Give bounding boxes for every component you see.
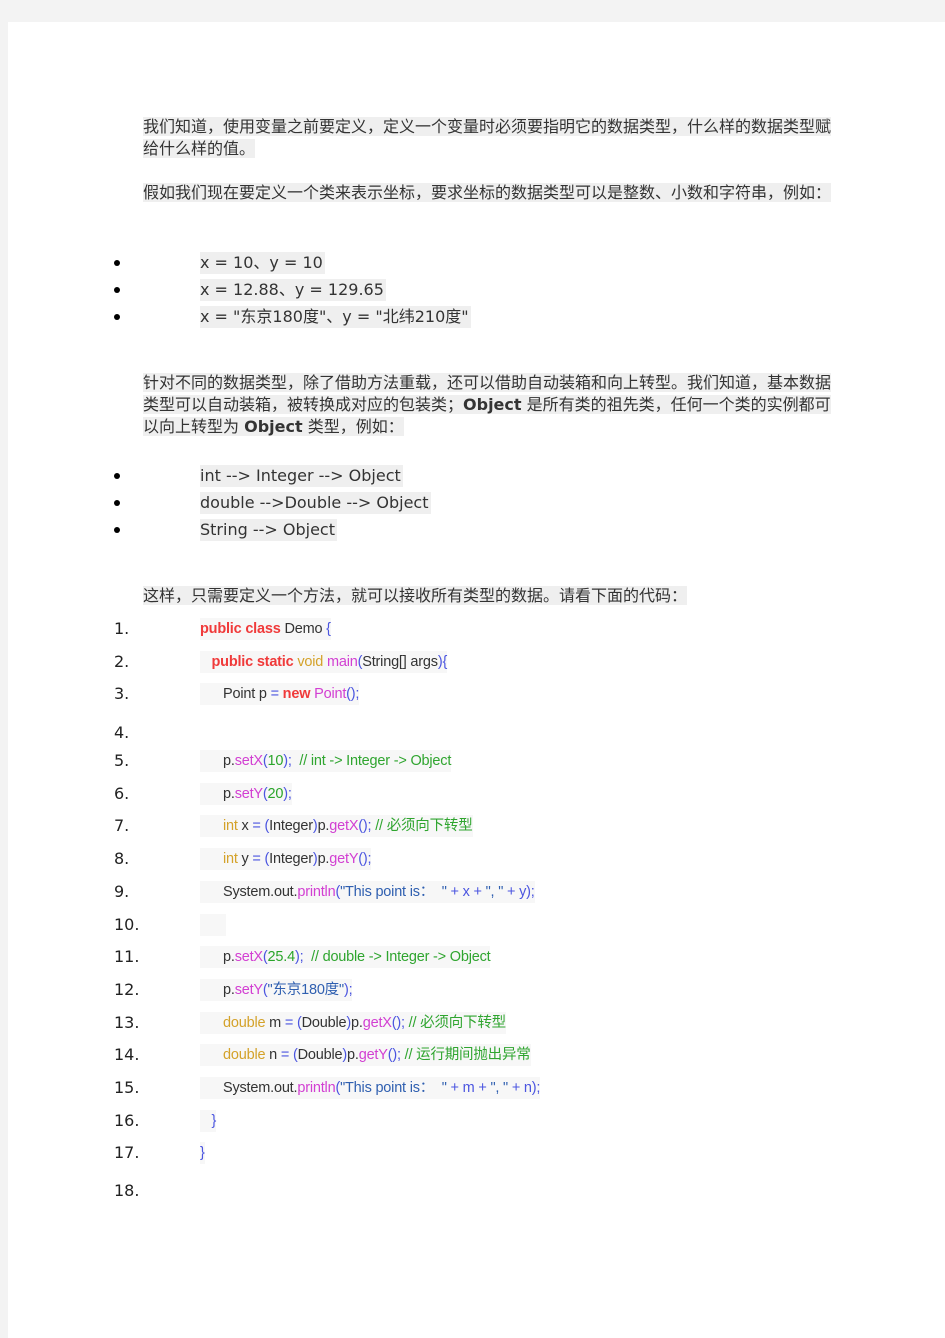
bullet-icon — [114, 473, 120, 479]
bullet-icon — [114, 287, 120, 293]
bullet-icon — [114, 500, 120, 506]
intro-text: 我们知道，使用变量之前要定义，定义一个变量时必须要指明它的数据类型，什么样的数据… — [143, 117, 832, 158]
bullet-icon — [114, 260, 120, 266]
code-intro-paragraph: 这样，只需要定义一个方法，就可以接收所有类型的数据。请看下面的代码： — [143, 585, 833, 607]
bullet-icon — [114, 314, 120, 320]
coordinate-paragraph: 假如我们现在要定义一个类来表示坐标，要求坐标的数据类型可以是整数、小数和字符串，… — [143, 182, 833, 204]
coordinate-text: 假如我们现在要定义一个类来表示坐标，要求坐标的数据类型可以是整数、小数和字符串，… — [143, 183, 832, 202]
document-page — [8, 22, 945, 1338]
intro-paragraph: 我们知道，使用变量之前要定义，定义一个变量时必须要指明它的数据类型，什么样的数据… — [143, 116, 833, 160]
code-intro-text: 这样，只需要定义一个方法，就可以接收所有类型的数据。请看下面的代码： — [143, 586, 688, 605]
bullet-icon — [114, 527, 120, 533]
boxing-paragraph: 针对不同的数据类型，除了借助方法重载，还可以借助自动装箱和向上转型。我们知道，基… — [143, 373, 832, 436]
